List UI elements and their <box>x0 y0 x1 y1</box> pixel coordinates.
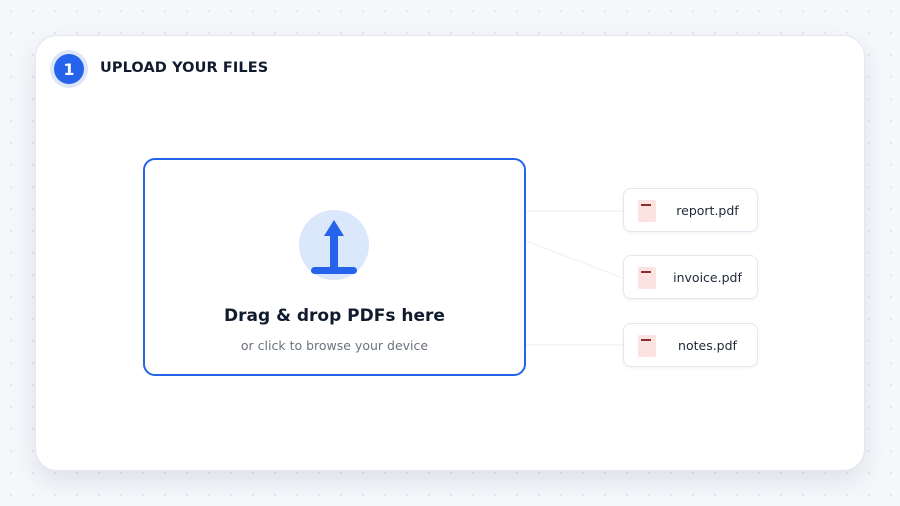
dropzone-subtitle: or click to browse your device <box>240 338 429 353</box>
file-name: report.pdf <box>676 203 739 218</box>
pdf-file-icon <box>638 200 656 222</box>
file-name: invoice.pdf <box>673 270 742 285</box>
pdf-dropzone[interactable]: Drag & drop PDFs here or click to browse… <box>143 158 526 376</box>
file-chip-report[interactable]: report.pdf <box>623 188 758 232</box>
dropzone-title: Drag & drop PDFs here <box>224 306 445 326</box>
file-name: notes.pdf <box>678 338 737 353</box>
pdf-file-icon <box>638 267 656 289</box>
upload-step-card: 1 UPLOAD YOUR FILES Drag & drop PDFs her… <box>35 35 865 471</box>
pdf-file-icon <box>638 335 656 357</box>
upload-arrow-icon <box>299 210 369 280</box>
file-chip-notes[interactable]: notes.pdf <box>623 323 758 367</box>
file-chip-invoice[interactable]: invoice.pdf <box>623 255 758 299</box>
